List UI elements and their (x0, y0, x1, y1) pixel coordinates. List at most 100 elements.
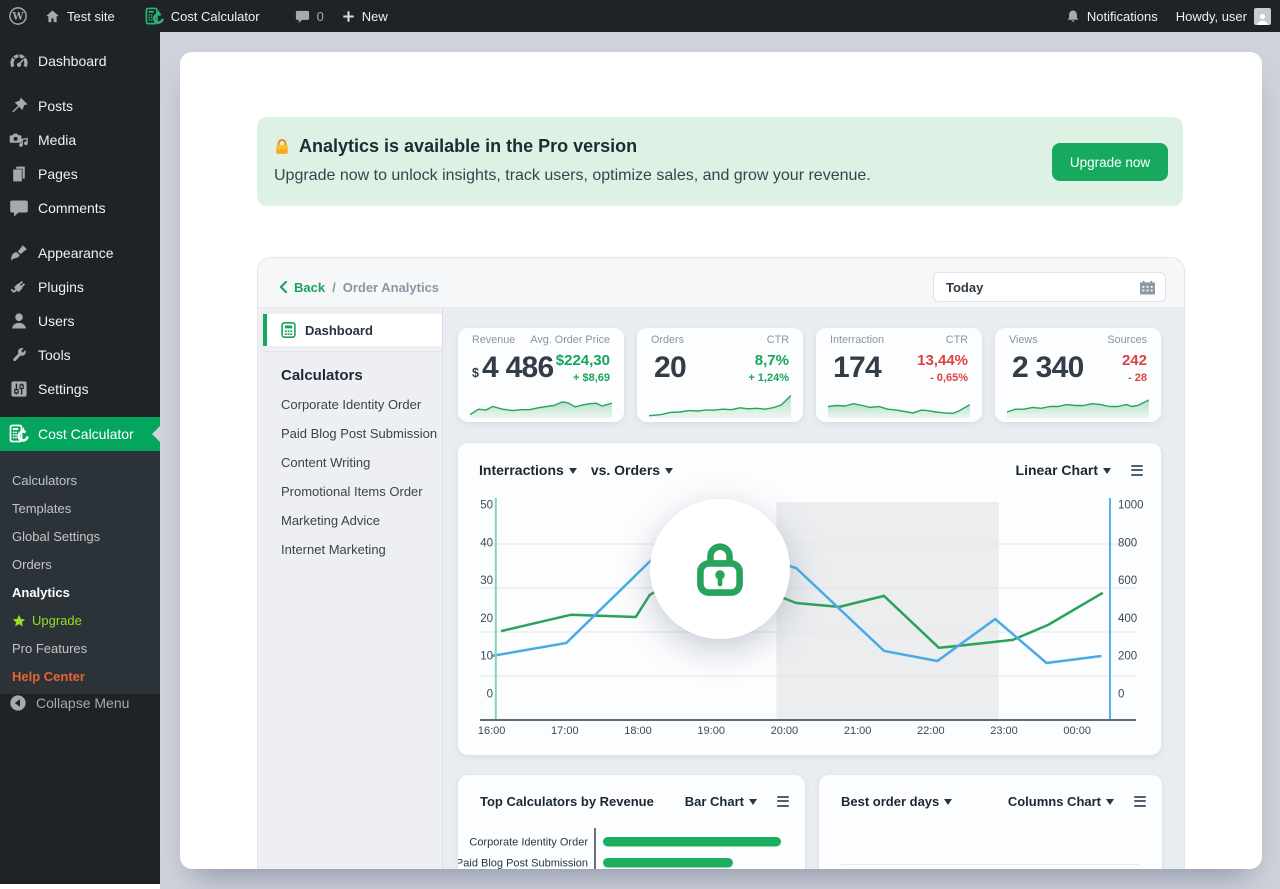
submenu-item-analytics[interactable]: Analytics (0, 579, 160, 607)
nav-item-calculator[interactable]: Internet Marketing (281, 535, 442, 564)
plugin-icon (9, 277, 29, 297)
collapse-menu-button[interactable]: Collapse Menu (0, 686, 160, 720)
chart-type-selector[interactable]: Linear Chart (1016, 462, 1111, 478)
metric-selector-secondary[interactable]: vs. Orders (591, 462, 673, 478)
comments-count: 0 (317, 9, 324, 24)
sidebar-item-users[interactable]: Users (0, 304, 160, 338)
pages-icon (9, 164, 29, 184)
sidebar-item-pages[interactable]: Pages (0, 157, 160, 191)
nav-item-calculator[interactable]: Corporate Identity Order (281, 390, 442, 419)
visit-site-link[interactable]: Test site (36, 0, 124, 32)
submenu-item-orders[interactable]: Orders (0, 551, 160, 579)
stat-value: 20 (654, 351, 686, 385)
sidebar-item-dashboard[interactable]: Dashboard (0, 44, 160, 78)
chevron-down-icon (665, 468, 673, 478)
nav-item-calculator[interactable]: Promotional Items Order (281, 477, 442, 506)
back-link[interactable]: Back (294, 280, 325, 295)
stat-value: 174 (833, 351, 881, 385)
chevron-down-icon (569, 468, 577, 478)
chevron-down-icon (1106, 799, 1114, 809)
current-menu-arrow (144, 426, 160, 442)
admin-bar: W Test site Cost Calculator 0 New Notifi… (0, 0, 1280, 32)
best-days-selector[interactable]: Best order days (841, 794, 952, 809)
pro-banner-title: Analytics is available in the Pro versio… (299, 136, 637, 157)
sidebar-item-tools[interactable]: Tools (0, 338, 160, 372)
my-account-menu[interactable]: Howdy, user (1167, 0, 1280, 32)
submenu-item-pro-features[interactable]: Pro Features (0, 635, 160, 663)
menu-separator (0, 78, 160, 89)
submenu-item-label: Analytics (12, 585, 70, 600)
nav-item-dashboard[interactable]: Dashboard (263, 314, 442, 346)
top-calculators-panel: Top Calculators by Revenue Bar Chart Cor… (458, 775, 805, 869)
chart-menu-icon[interactable] (1131, 462, 1143, 478)
chevron-left-icon (279, 281, 288, 293)
analytics-preview-panel: Back / Order Analytics Today Dashboard (257, 257, 1185, 869)
sidebar-item-comments[interactable]: Comments (0, 191, 160, 225)
comments-toolbar-item[interactable]: 0 (286, 0, 333, 32)
sidebar-item-cost-calculator[interactable]: Cost Calculator (0, 417, 160, 451)
date-range-select[interactable]: Today (933, 272, 1166, 302)
stat-card-revenue: RevenueAvg. Order Price $4 486 $224,30+ … (458, 328, 624, 422)
notifications-toolbar-item[interactable]: Notifications (1057, 0, 1167, 32)
stat-card-orders: OrdersCTR 20 8,7%+ 1,24% (637, 328, 803, 422)
upgrade-now-button[interactable]: Upgrade now (1052, 143, 1168, 181)
pro-banner: Analytics is available in the Pro versio… (257, 117, 1183, 206)
submenu-item-label: Upgrade (32, 607, 82, 635)
x-axis-tick: 00:00 (1063, 725, 1091, 737)
x-axis-tick: 22:00 (917, 725, 945, 737)
lock-emoji-icon (274, 138, 290, 155)
submenu-item-calculators[interactable]: Calculators (0, 467, 160, 495)
plugin-page: Analytics is available in the Pro versio… (180, 52, 1262, 869)
nav-item-calculator[interactable]: Marketing Advice (281, 506, 442, 535)
stat-label-secondary: CTR (946, 334, 968, 346)
x-axis-tick: 19:00 (697, 725, 725, 737)
submenu-item-label: Calculators (12, 473, 77, 488)
breadcrumb-current: Order Analytics (343, 280, 439, 295)
wrench-icon (9, 345, 29, 365)
x-axis-tick: 23:00 (990, 725, 1018, 737)
bar (603, 858, 733, 868)
sidebar-item-posts[interactable]: Posts (0, 89, 160, 123)
media-icon (9, 130, 29, 150)
metric-selector-primary[interactable]: Interractions (479, 462, 577, 478)
calendar-icon (1139, 279, 1156, 296)
submenu-item-templates[interactable]: Templates (0, 495, 160, 523)
bar-label: Paid Blog Post Submission (458, 858, 588, 870)
chevron-down-icon (1103, 468, 1111, 478)
sidebar-item-plugins[interactable]: Plugins (0, 270, 160, 304)
bar-label: Corporate Identity Order (469, 837, 588, 849)
cost-calculator-toolbar-link[interactable]: Cost Calculator (136, 0, 269, 32)
sidebar-item-media[interactable]: Media (0, 123, 160, 157)
submenu-item-label: Orders (12, 557, 52, 572)
y-axis-tick-left: 20 (480, 613, 493, 625)
collapse-icon (9, 694, 27, 712)
submenu-item-global-settings[interactable]: Global Settings (0, 523, 160, 551)
submenu-item-label: Templates (12, 501, 71, 516)
nav-item-calculator[interactable]: Content Writing (281, 448, 442, 477)
sidebar-item-appearance[interactable]: Appearance (0, 236, 160, 270)
bar-chart-type-selector[interactable]: Bar Chart (685, 794, 757, 809)
stat-value: 2 340 (1012, 351, 1084, 385)
stat-card-views: ViewsSources 2 340 242- 28 (995, 328, 1161, 422)
sidebar-item-label: Cost Calculator (38, 426, 134, 442)
plus-icon (342, 10, 355, 23)
breadcrumb: Back / Order Analytics (279, 280, 439, 295)
settings-icon (9, 379, 29, 399)
stat-card-interraction: InterractionCTR 174 13,44%- 0,65% (816, 328, 982, 422)
nav-item-calculator[interactable]: Paid Blog Post Submission (281, 419, 442, 448)
panel-menu-icon[interactable] (777, 793, 789, 809)
stat-label-secondary: Avg. Order Price (530, 334, 610, 346)
new-content-menu[interactable]: New (333, 0, 397, 32)
y-axis-tick-left: 30 (480, 575, 493, 587)
y-axis-tick-left: 10 (480, 651, 493, 663)
bar-chart: Corporate Identity Order Paid Blog Post S… (458, 827, 805, 869)
brush-icon (9, 243, 29, 263)
panel-menu-icon[interactable] (1134, 793, 1146, 809)
sidebar-item-settings[interactable]: Settings (0, 372, 160, 406)
columns-chart-type-selector[interactable]: Columns Chart (1008, 794, 1114, 809)
submenu-item-upgrade[interactable]: Upgrade (0, 607, 160, 635)
wordpress-logo-menu[interactable]: W (0, 0, 36, 32)
site-name: Test site (67, 9, 115, 24)
menu-separator (0, 406, 160, 417)
nav-dashboard-label: Dashboard (305, 323, 373, 338)
